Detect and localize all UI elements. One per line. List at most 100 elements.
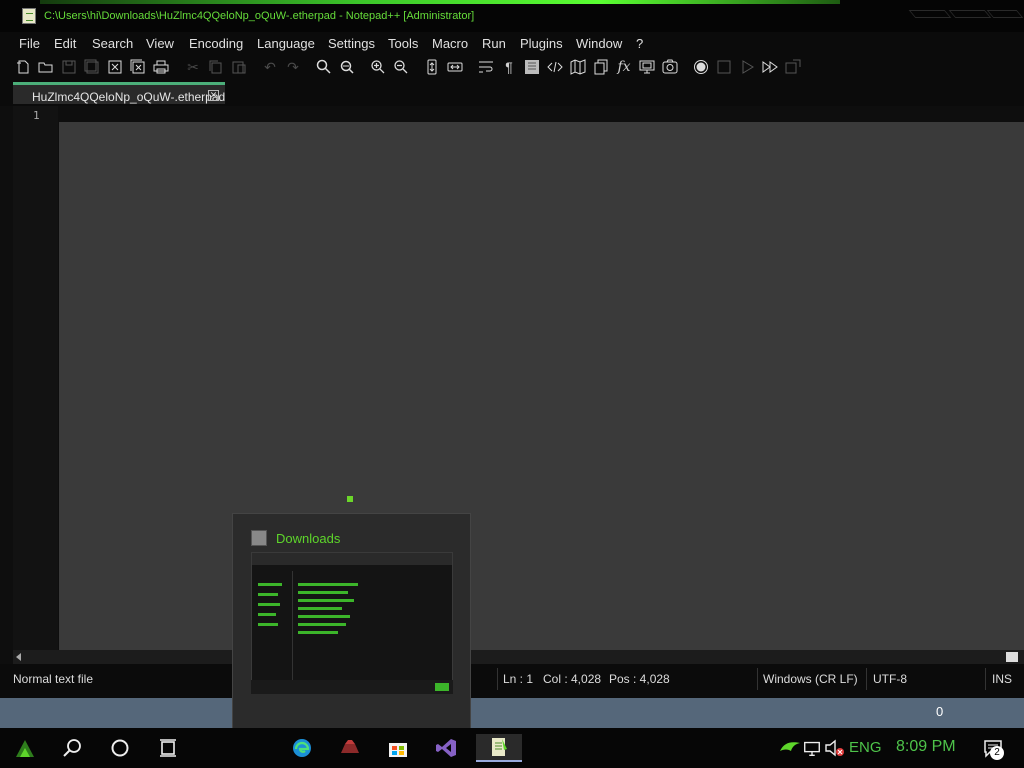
cortana-icon[interactable] xyxy=(105,734,135,762)
replace-icon[interactable] xyxy=(338,58,356,76)
function-list-icon[interactable]: fx xyxy=(615,58,633,76)
line-number-gutter: 1 xyxy=(13,106,58,650)
find-icon[interactable] xyxy=(315,58,333,76)
zoom-out-icon[interactable] xyxy=(392,58,410,76)
status-line[interactable]: Ln : 1 xyxy=(503,672,533,686)
zoom-in-icon[interactable] xyxy=(369,58,387,76)
store-icon[interactable] xyxy=(383,734,413,762)
editor-text-area[interactable] xyxy=(59,122,1024,650)
status-insert-mode[interactable]: INS xyxy=(992,672,1012,686)
system-clock[interactable]: 8:09 PM xyxy=(896,738,956,756)
close-all-icon[interactable] xyxy=(129,58,147,76)
thumbnail-navigation-pane xyxy=(255,571,293,689)
sync-vertical-icon[interactable] xyxy=(423,58,441,76)
status-eol[interactable]: Windows (CR LF) xyxy=(763,672,858,686)
play-macro-icon[interactable] xyxy=(738,58,756,76)
maximize-button[interactable] xyxy=(948,10,992,18)
rog-icon[interactable] xyxy=(775,734,805,762)
show-all-characters-icon[interactable]: ¶ xyxy=(500,58,518,76)
close-icon[interactable] xyxy=(106,58,124,76)
status-separator xyxy=(757,668,758,690)
stop-record-icon[interactable] xyxy=(715,58,733,76)
menu-view[interactable]: View xyxy=(146,36,174,51)
start-icon[interactable] xyxy=(10,734,40,762)
thumbnail-nav-item xyxy=(258,583,282,586)
status-separator xyxy=(866,668,867,690)
horizontal-scrollbar[interactable] xyxy=(13,650,1024,664)
paste-icon[interactable] xyxy=(230,58,248,76)
window-thumbnail-preview[interactable]: Downloads xyxy=(232,513,471,729)
visual-studio-icon[interactable] xyxy=(431,734,461,762)
menu-window[interactable]: Window xyxy=(576,36,622,51)
status-column[interactable]: Col : 4,028 xyxy=(543,672,601,686)
search-icon[interactable] xyxy=(57,734,87,762)
print-icon[interactable] xyxy=(152,58,170,76)
menu-file[interactable]: File xyxy=(19,36,40,51)
open-file-icon[interactable] xyxy=(37,58,55,76)
save-all-icon[interactable] xyxy=(83,58,101,76)
tab-close-icon[interactable]: ✕ xyxy=(208,90,219,101)
save-icon[interactable] xyxy=(60,58,78,76)
menu-help[interactable]: ? xyxy=(636,36,643,51)
thumbnail-taskbar xyxy=(251,680,453,694)
status-file-type: Normal text file xyxy=(13,672,94,686)
menu-settings[interactable]: Settings xyxy=(328,36,375,51)
thumbnail-file-row xyxy=(298,599,354,602)
copy-icon[interactable] xyxy=(207,58,225,76)
redo-icon[interactable]: ↷ xyxy=(284,58,302,76)
volume-muted-icon[interactable] xyxy=(824,734,846,762)
undo-icon[interactable]: ↶ xyxy=(261,58,279,76)
scroll-left-arrow-icon[interactable] xyxy=(16,653,21,661)
thumbnail-address-bar xyxy=(252,553,452,565)
editor-pane: 1 xyxy=(0,106,1024,664)
menu-bar: File Edit Search View Encoding Language … xyxy=(0,32,1024,54)
gaming-app-icon[interactable] xyxy=(335,734,365,762)
scroll-right-arrow-icon[interactable] xyxy=(1006,652,1018,662)
task-view-icon[interactable] xyxy=(153,734,183,762)
document-map-icon[interactable] xyxy=(569,58,587,76)
tab-etherpad-file[interactable]: HuZlmc4QQeloNp_oQuW-.etherpad ✕ xyxy=(13,82,225,104)
window-title: C:\Users\hi\Downloads\HuZlmc4QQeloNp_oQu… xyxy=(44,10,475,22)
notepad-plus-plus-icon[interactable] xyxy=(22,8,36,24)
new-file-icon[interactable] xyxy=(14,58,32,76)
run-macro-multiple-icon[interactable] xyxy=(761,58,779,76)
sync-horizontal-icon[interactable] xyxy=(446,58,464,76)
status-position[interactable]: Pos : 4,028 xyxy=(609,672,670,686)
menu-tools[interactable]: Tools xyxy=(388,36,418,51)
menu-encoding[interactable]: Encoding xyxy=(189,36,243,51)
folder-as-workspace-icon[interactable] xyxy=(638,58,656,76)
notification-count-badge: 2 xyxy=(990,746,1004,760)
xml-tag-icon[interactable] xyxy=(546,58,564,76)
minimize-button[interactable] xyxy=(908,10,952,18)
close-window-button[interactable] xyxy=(986,10,1024,18)
edge-icon[interactable] xyxy=(287,734,317,762)
status-separator xyxy=(497,668,498,690)
thumbnail-file-row xyxy=(298,591,348,594)
word-wrap-icon[interactable] xyxy=(477,58,495,76)
tab-strip: HuZlmc4QQeloNp_oQuW-.etherpad ✕ xyxy=(0,80,1024,106)
menu-language[interactable]: Language xyxy=(257,36,315,51)
document-list-icon[interactable] xyxy=(592,58,610,76)
file-explorer-icon xyxy=(251,530,267,546)
menu-search[interactable]: Search xyxy=(92,36,133,51)
indent-guide-icon[interactable] xyxy=(523,58,541,76)
network-icon[interactable] xyxy=(802,734,822,762)
record-macro-icon[interactable] xyxy=(692,58,710,76)
status-encoding[interactable]: UTF-8 xyxy=(873,672,907,686)
input-language-indicator[interactable]: ENG xyxy=(849,739,882,756)
thumbnail-tray-icon xyxy=(435,683,449,691)
status-bar: Normal text file Ln : 1 Col : 4,028 Pos … xyxy=(0,664,1024,698)
thumbnail-nav-item xyxy=(258,603,280,606)
thumbnail-file-row xyxy=(298,615,350,618)
menu-macro[interactable]: Macro xyxy=(432,36,468,51)
cursor-marker xyxy=(347,496,353,502)
menu-edit[interactable]: Edit xyxy=(54,36,76,51)
menu-plugins[interactable]: Plugins xyxy=(520,36,563,51)
cut-icon[interactable]: ✂ xyxy=(184,58,202,76)
save-macro-icon[interactable] xyxy=(784,58,802,76)
monitoring-icon[interactable] xyxy=(661,58,679,76)
title-bar[interactable]: C:\Users\hi\Downloads\HuZlmc4QQeloNp_oQu… xyxy=(0,0,1024,32)
thumbnail-file-row xyxy=(298,631,338,634)
notepad-plus-plus-icon[interactable] xyxy=(476,734,522,762)
menu-run[interactable]: Run xyxy=(482,36,506,51)
